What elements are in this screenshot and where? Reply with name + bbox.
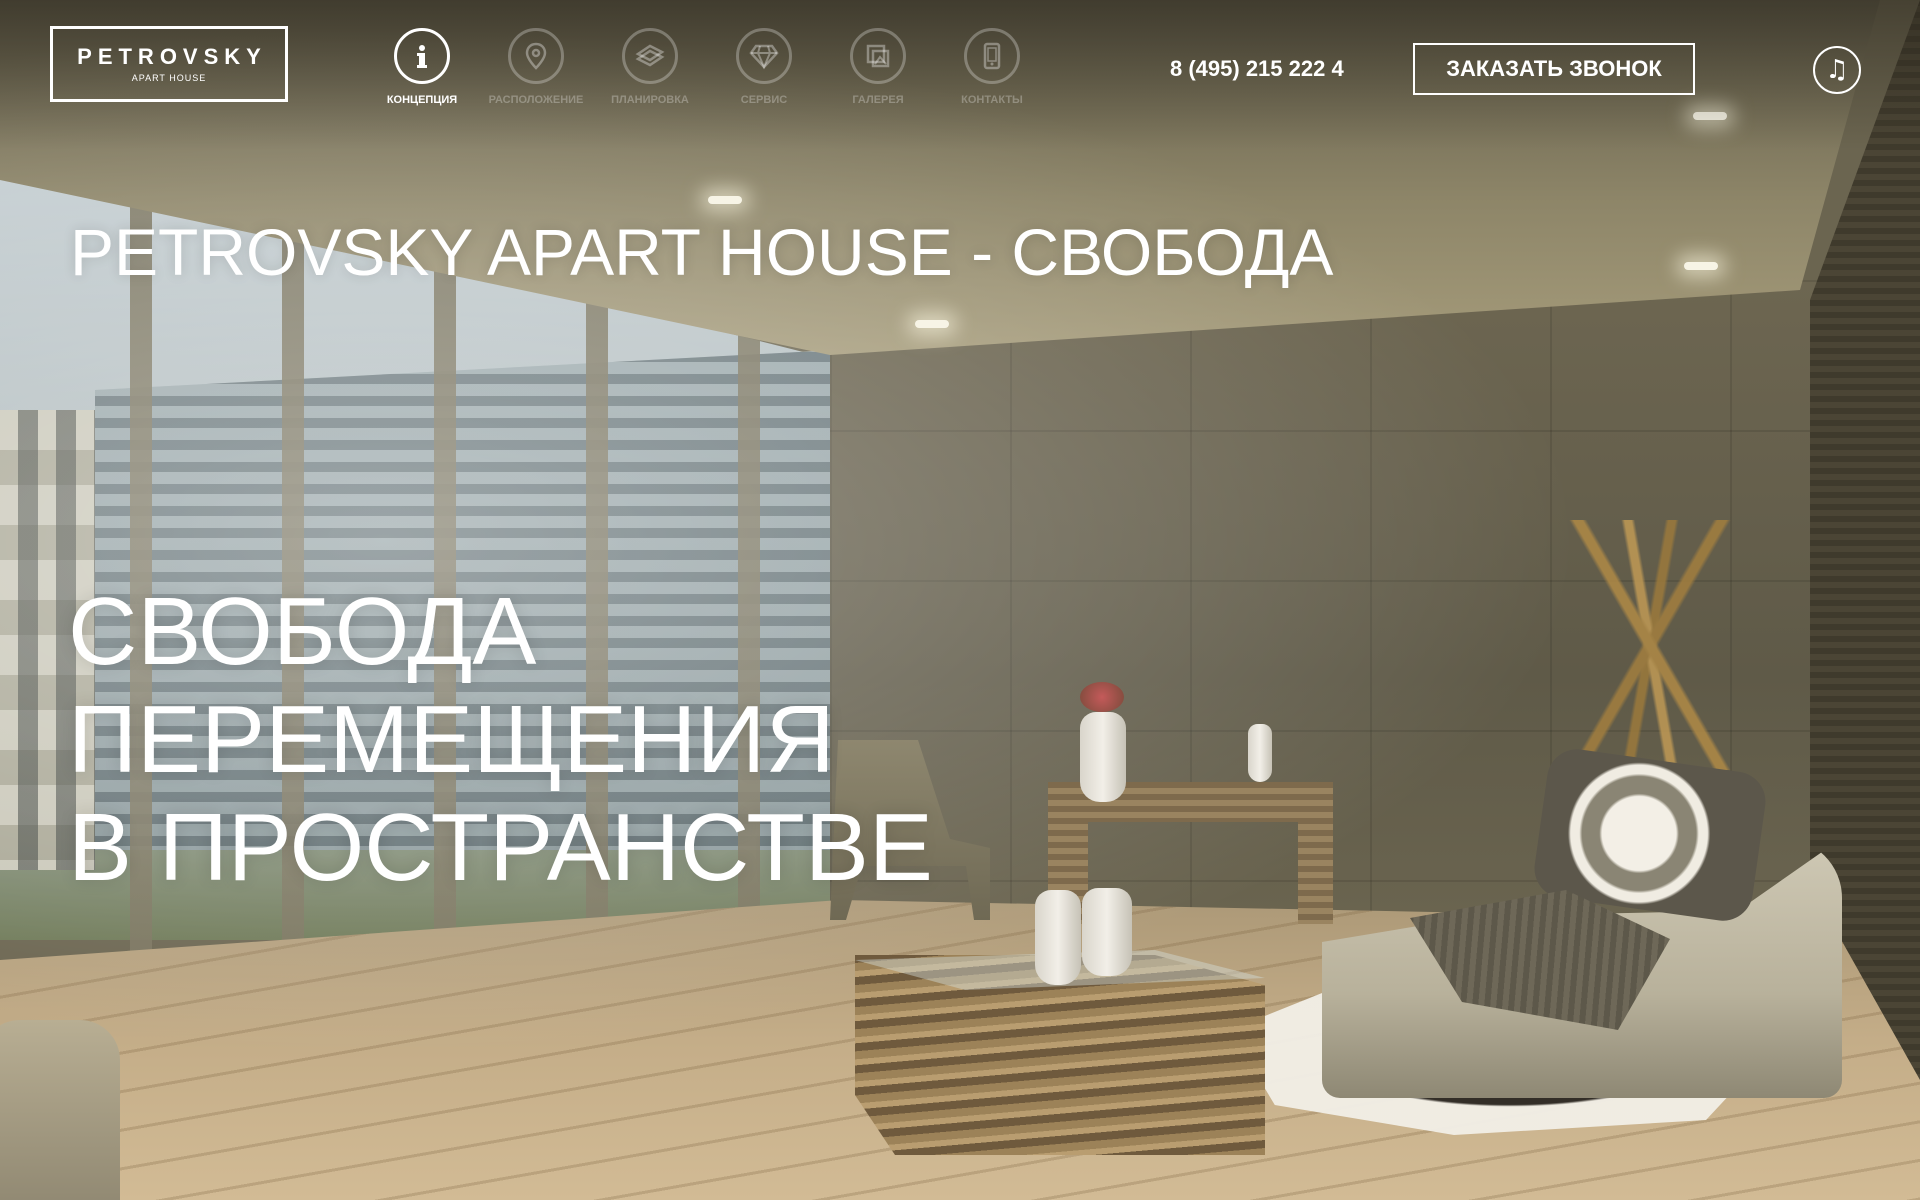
nav-label: КОНЦЕПЦИЯ — [386, 94, 458, 106]
floor-plan-icon — [622, 28, 678, 84]
nav-label: ПЛАНИРОВКА — [611, 94, 689, 106]
nav-label: КОНТАКТЫ — [961, 94, 1023, 106]
page: PETROVSKY APART HOUSE КОНЦЕПЦИЯ РАСПОЛОЖ… — [0, 0, 1920, 1200]
headline-line: В ПРОСТРАНСТВЕ — [68, 794, 933, 901]
nav-item-location[interactable]: РАСПОЛОЖЕНИЕ — [479, 28, 593, 106]
phone-icon — [964, 28, 1020, 84]
request-call-button[interactable]: ЗАКАЗАТЬ ЗВОНОК — [1413, 43, 1695, 95]
headline-line: СВОБОДА — [68, 578, 537, 685]
small-vase — [1248, 724, 1272, 782]
gallery-icon — [850, 28, 906, 84]
nav-label: СЕРВИС — [740, 94, 788, 106]
decor-branches — [1500, 520, 1800, 770]
roses — [1080, 682, 1124, 712]
map-pin-icon — [508, 28, 564, 84]
phone-number[interactable]: 8 (495) 215 222 4 — [1170, 56, 1344, 82]
vase — [1035, 890, 1081, 985]
ceiling-light — [1684, 262, 1718, 270]
vase — [1082, 888, 1132, 976]
nav-label: РАСПОЛОЖЕНИЕ — [488, 94, 584, 106]
main-nav: КОНЦЕПЦИЯ РАСПОЛОЖЕНИЕ ПЛАНИРОВКА СЕРВИС… — [365, 28, 1049, 106]
nav-item-layout[interactable]: ПЛАНИРОВКА — [593, 28, 707, 106]
info-icon — [394, 28, 450, 84]
nav-item-service[interactable]: СЕРВИС — [707, 28, 821, 106]
nav-item-gallery[interactable]: ГАЛЕРЕЯ — [821, 28, 935, 106]
music-toggle-button[interactable]: ♫ — [1813, 46, 1861, 94]
nav-item-concept[interactable]: КОНЦЕПЦИЯ — [365, 28, 479, 106]
vase — [1080, 712, 1126, 802]
hero-headline: СВОБОДА ПЕРЕМЕЩЕНИЯ В ПРОСТРАНСТВЕ — [68, 578, 933, 902]
headline-line: ПЕРЕМЕЩЕНИЯ — [68, 686, 835, 793]
logo-title: PETROVSKY — [77, 44, 267, 69]
logo-subtitle: APART HOUSE — [131, 73, 207, 83]
ceiling-light — [915, 320, 949, 328]
music-note-icon: ♫ — [1825, 55, 1849, 85]
hero-subheading: PETROVSKY APART HOUSE - СВОБОДА — [70, 215, 1334, 289]
nav-label: ГАЛЕРЕЯ — [852, 94, 904, 106]
diamond-icon — [736, 28, 792, 84]
nav-item-contacts[interactable]: КОНТАКТЫ — [935, 28, 1049, 106]
logo[interactable]: PETROVSKY APART HOUSE — [50, 26, 288, 102]
ottoman — [0, 1020, 120, 1200]
ceiling-light — [708, 196, 742, 204]
